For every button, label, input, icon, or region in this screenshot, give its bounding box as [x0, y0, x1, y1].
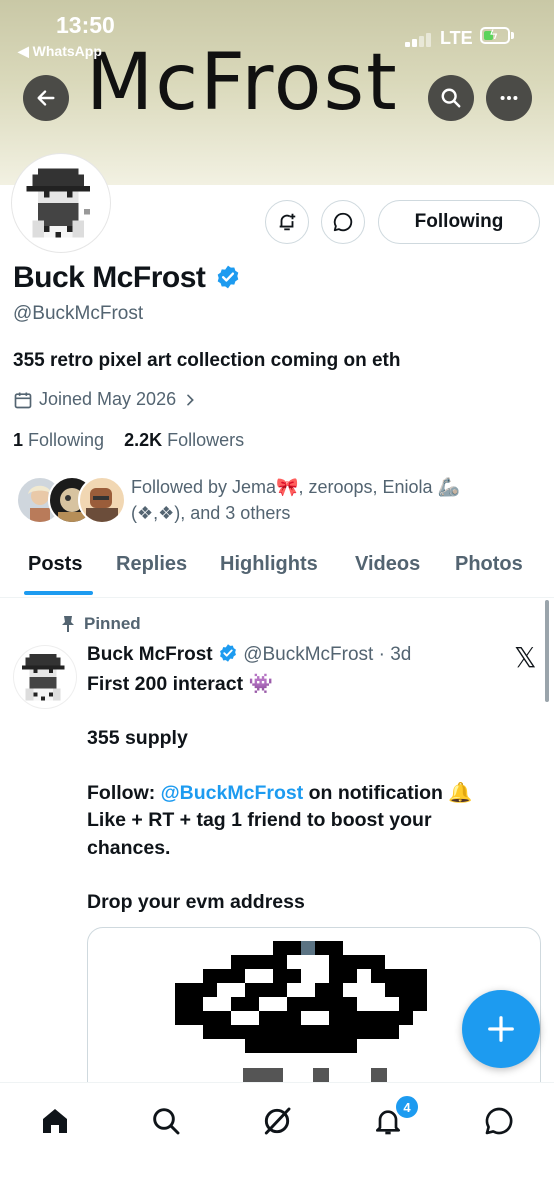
tab-photos[interactable]: Photos [455, 553, 523, 576]
calendar-icon [14, 392, 32, 408]
active-tab-indicator [24, 591, 93, 595]
followers-label: Followers [167, 430, 245, 450]
verified-badge-icon [220, 644, 236, 662]
following-count: 1 [13, 430, 24, 450]
pinned-label: Pinned [60, 614, 141, 634]
nav-explore[interactable] [146, 1101, 186, 1141]
profile-name: Buck McFrost [13, 261, 241, 295]
post-line-2: 355 supply [87, 727, 188, 749]
notifications-badge: 4 [394, 1094, 420, 1120]
tab-replies[interactable]: Replies [116, 553, 187, 576]
status-bar: 13:50 ◀ WhatsApp LTE ϟ [0, 0, 554, 60]
post-line-3: Follow: @BuckMcFrost on notification 🔔 [87, 781, 473, 805]
signal-icon [405, 33, 435, 47]
nav-grok[interactable] [257, 1101, 297, 1141]
follow-counts: 1 Following 2.2K Followers [13, 430, 244, 451]
post-line-5: chances. [87, 837, 171, 859]
more-icon [500, 95, 518, 101]
post-line-1: First 200 interact 👾 [87, 673, 273, 695]
tab-videos[interactable]: Videos [355, 553, 420, 576]
following-label: Following [28, 430, 105, 450]
joined-date[interactable]: Joined May 2026 [13, 389, 198, 410]
following-count-link[interactable]: 1 Following [13, 430, 104, 450]
pin-icon [62, 616, 74, 632]
message-button[interactable] [321, 200, 365, 244]
arrow-left-icon [37, 90, 55, 106]
post-mention-link[interactable]: @BuckMcFrost [161, 782, 304, 804]
back-to-app-link[interactable]: ◀ WhatsApp [18, 43, 102, 60]
status-time: 13:50 [56, 12, 115, 38]
back-button[interactable] [23, 75, 69, 121]
home-icon [43, 1109, 67, 1133]
post-line-4: Like + RT + tag 1 friend to boost your [87, 809, 432, 831]
post-follow-prefix: Follow: [87, 782, 161, 804]
post-line-6: Drop your evm address [87, 891, 305, 913]
post-follow-suffix: on notification 🔔 [303, 782, 473, 804]
joined-text: Joined May 2026 [39, 389, 177, 409]
x-logo-icon: 𝕏 [514, 641, 537, 674]
nav-messages[interactable] [479, 1101, 519, 1141]
message-bubble-icon [485, 1107, 513, 1135]
profile-bio: 355 retro pixel art collection coming on… [13, 350, 401, 371]
message-bubble-icon [333, 212, 353, 232]
battery-icon: ϟ [480, 26, 510, 44]
follower-avatar [78, 476, 126, 524]
search-button[interactable] [428, 75, 474, 121]
profile-avatar[interactable] [12, 154, 110, 252]
tab-highlights[interactable]: Highlights [220, 553, 318, 576]
post-author-avatar[interactable] [14, 646, 76, 708]
more-button[interactable] [486, 75, 532, 121]
post-meta: @BuckMcFrost · 3d [243, 644, 412, 665]
bottom-navigation [0, 1082, 554, 1201]
verified-badge-icon [217, 265, 239, 289]
search-icon [441, 88, 461, 108]
scrollbar[interactable] [545, 600, 549, 702]
tab-posts[interactable]: Posts [28, 553, 82, 576]
followers-count-link[interactable]: 2.2K Followers [124, 430, 244, 450]
bell-plus-icon [279, 213, 296, 231]
search-icon [153, 1108, 180, 1135]
followed-by-line1: Followed by Jema🎀, zeroops, Eniola 🦾 [131, 477, 460, 497]
followers-count: 2.2K [124, 430, 163, 450]
chevron-right-icon [187, 394, 194, 405]
notify-button[interactable] [265, 200, 309, 244]
followed-by-line2: (❖,❖), and 3 others [131, 503, 291, 523]
pinned-text: Pinned [84, 614, 141, 633]
post-header: Buck McFrost @BuckMcFrost · 3d [87, 643, 411, 666]
post-author-name[interactable]: Buck McFrost [87, 644, 213, 665]
followed-by-text[interactable]: Followed by Jema🎀, zeroops, Eniola 🦾 (❖,… [131, 474, 531, 526]
compose-post-button[interactable] [462, 990, 540, 1068]
following-button[interactable]: Following [378, 200, 540, 244]
grok-icon [264, 1107, 291, 1135]
carrier-label: LTE [440, 28, 473, 48]
plus-icon [488, 1016, 514, 1042]
profile-name-text: Buck McFrost [13, 261, 206, 294]
profile-handle: @BuckMcFrost [13, 303, 144, 324]
nav-home[interactable] [35, 1101, 75, 1141]
